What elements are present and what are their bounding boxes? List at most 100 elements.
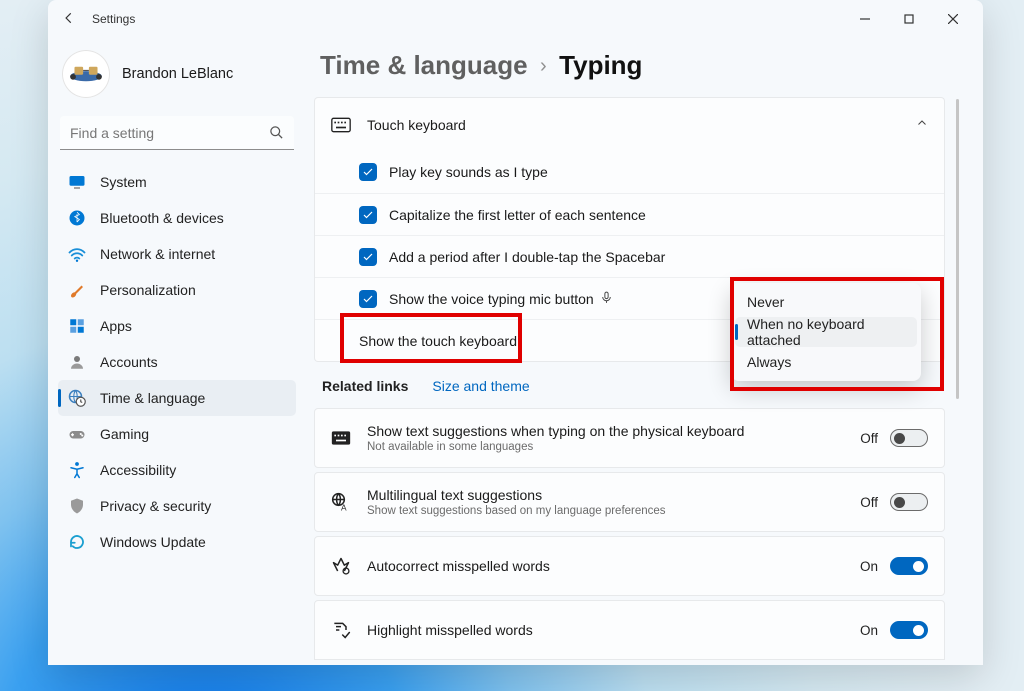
scrollbar[interactable] (956, 99, 959, 399)
sidebar-item-network[interactable]: Network & internet (58, 236, 296, 272)
profile[interactable]: Brandon LeBlanc (58, 46, 296, 114)
shield-icon (68, 497, 86, 515)
sidebar-item-label: System (100, 174, 147, 190)
apps-icon (68, 317, 86, 335)
option-label: Add a period after I double-tap the Spac… (389, 249, 665, 265)
page-title: Typing (559, 50, 642, 80)
sidebar-item-bluetooth[interactable]: Bluetooth & devices (58, 200, 296, 236)
toggle-state: On (860, 623, 878, 638)
row-title: Autocorrect misspelled words (367, 558, 550, 574)
checkbox-checked-icon[interactable] (359, 290, 377, 308)
accessibility-icon (68, 461, 86, 479)
search-field[interactable] (60, 116, 294, 150)
sidebar: Brandon LeBlanc System Bluetooth & devic… (48, 38, 306, 665)
row-title: Multilingual text suggestions (367, 487, 666, 503)
language-icon: A (331, 492, 367, 512)
system-icon (68, 173, 86, 191)
touch-keyboard-header[interactable]: Touch keyboard (314, 97, 945, 151)
sidebar-item-accessibility[interactable]: Accessibility (58, 452, 296, 488)
sidebar-item-label: Accessibility (100, 462, 176, 478)
sidebar-item-label: Personalization (100, 282, 196, 298)
sidebar-item-label: Accounts (100, 354, 158, 370)
update-icon (68, 533, 86, 551)
size-and-theme-link[interactable]: Size and theme (432, 378, 529, 394)
search-icon (269, 125, 284, 145)
avatar (62, 50, 110, 98)
row-title: Highlight misspelled words (367, 622, 533, 638)
breadcrumb-parent[interactable]: Time & language (320, 50, 528, 80)
window-controls (843, 4, 975, 34)
maximize-button[interactable] (887, 4, 931, 34)
minimize-button[interactable] (843, 4, 887, 34)
show-touch-keyboard-dropdown[interactable]: Never When no keyboard attached Always (731, 283, 921, 381)
related-title: Related links (322, 378, 408, 394)
sidebar-item-label: Network & internet (100, 246, 215, 262)
profile-name: Brandon LeBlanc (122, 66, 233, 82)
search-input[interactable] (60, 116, 294, 150)
gamepad-icon (68, 425, 86, 443)
toggle-state: Off (860, 431, 878, 446)
sidebar-item-label: Privacy & security (100, 498, 211, 514)
svg-text:A: A (341, 502, 347, 512)
row-title: Show text suggestions when typing on the… (367, 423, 744, 439)
row-highlight-misspelled[interactable]: Highlight misspelled words On (314, 600, 945, 660)
close-button[interactable] (931, 4, 975, 34)
row-sub: Not available in some languages (367, 441, 744, 453)
sidebar-item-label: Bluetooth & devices (100, 210, 224, 226)
toggle-switch[interactable] (890, 621, 928, 639)
person-icon (68, 353, 86, 371)
globe-clock-icon (68, 389, 86, 407)
sidebar-item-label: Apps (100, 318, 132, 334)
checkbox-checked-icon[interactable] (359, 163, 377, 181)
dropdown-option-always[interactable]: Always (735, 347, 917, 377)
option-label: Show the voice typing mic button (389, 291, 594, 307)
toggle-state: Off (860, 495, 878, 510)
nav: System Bluetooth & devices Network & int… (58, 164, 296, 560)
sidebar-item-label: Windows Update (100, 534, 206, 550)
breadcrumb: Time & language › Typing (314, 46, 963, 97)
sidebar-item-update[interactable]: Windows Update (58, 524, 296, 560)
option-period[interactable]: Add a period after I double-tap the Spac… (315, 235, 944, 277)
option-capitalize[interactable]: Capitalize the first letter of each sent… (315, 193, 944, 235)
sidebar-item-personalization[interactable]: Personalization (58, 272, 296, 308)
sidebar-item-label: Gaming (100, 426, 149, 442)
titlebar: Settings (48, 0, 983, 38)
sidebar-item-apps[interactable]: Apps (58, 308, 296, 344)
mic-icon (600, 291, 613, 307)
option-label: Play key sounds as I type (389, 164, 548, 180)
back-button[interactable] (56, 11, 82, 28)
sidebar-item-accounts[interactable]: Accounts (58, 344, 296, 380)
toggle-state: On (860, 559, 878, 574)
sidebar-item-gaming[interactable]: Gaming (58, 416, 296, 452)
window-title: Settings (92, 12, 135, 26)
sidebar-item-time-language[interactable]: Time & language (58, 380, 296, 416)
option-play-key-sounds[interactable]: Play key sounds as I type (315, 151, 944, 193)
dropdown-option-when-no-keyboard[interactable]: When no keyboard attached (735, 317, 917, 347)
chevron-right-icon: › (532, 55, 555, 77)
toggle-switch[interactable] (890, 429, 928, 447)
row-autocorrect[interactable]: Autocorrect misspelled words On (314, 536, 945, 596)
dropdown-option-never[interactable]: Never (735, 287, 917, 317)
chevron-up-icon (916, 117, 928, 132)
row-sub: Show text suggestions based on my langua… (367, 505, 666, 517)
sidebar-item-privacy[interactable]: Privacy & security (58, 488, 296, 524)
autocorrect-icon (331, 556, 367, 576)
row-physical-keyboard-suggestions[interactable]: Show text suggestions when typing on the… (314, 408, 945, 468)
toggle-switch[interactable] (890, 557, 928, 575)
checkbox-checked-icon[interactable] (359, 248, 377, 266)
sidebar-item-label: Time & language (100, 390, 205, 406)
wifi-icon (68, 245, 86, 263)
settings-window: Settings Brandon LeBlanc (48, 0, 983, 665)
keyboard-icon (331, 430, 367, 446)
option-label: Capitalize the first letter of each sent… (389, 207, 646, 223)
highlight-icon (331, 620, 367, 640)
bluetooth-icon (68, 209, 86, 227)
main-content: Time & language › Typing Touch keyboard (306, 38, 983, 665)
toggle-switch[interactable] (890, 493, 928, 511)
row-multilingual-suggestions[interactable]: A Multilingual text suggestions Show tex… (314, 472, 945, 532)
paintbrush-icon (68, 281, 86, 299)
keyboard-icon (331, 117, 367, 133)
card-title: Touch keyboard (367, 117, 466, 133)
sidebar-item-system[interactable]: System (58, 164, 296, 200)
checkbox-checked-icon[interactable] (359, 206, 377, 224)
